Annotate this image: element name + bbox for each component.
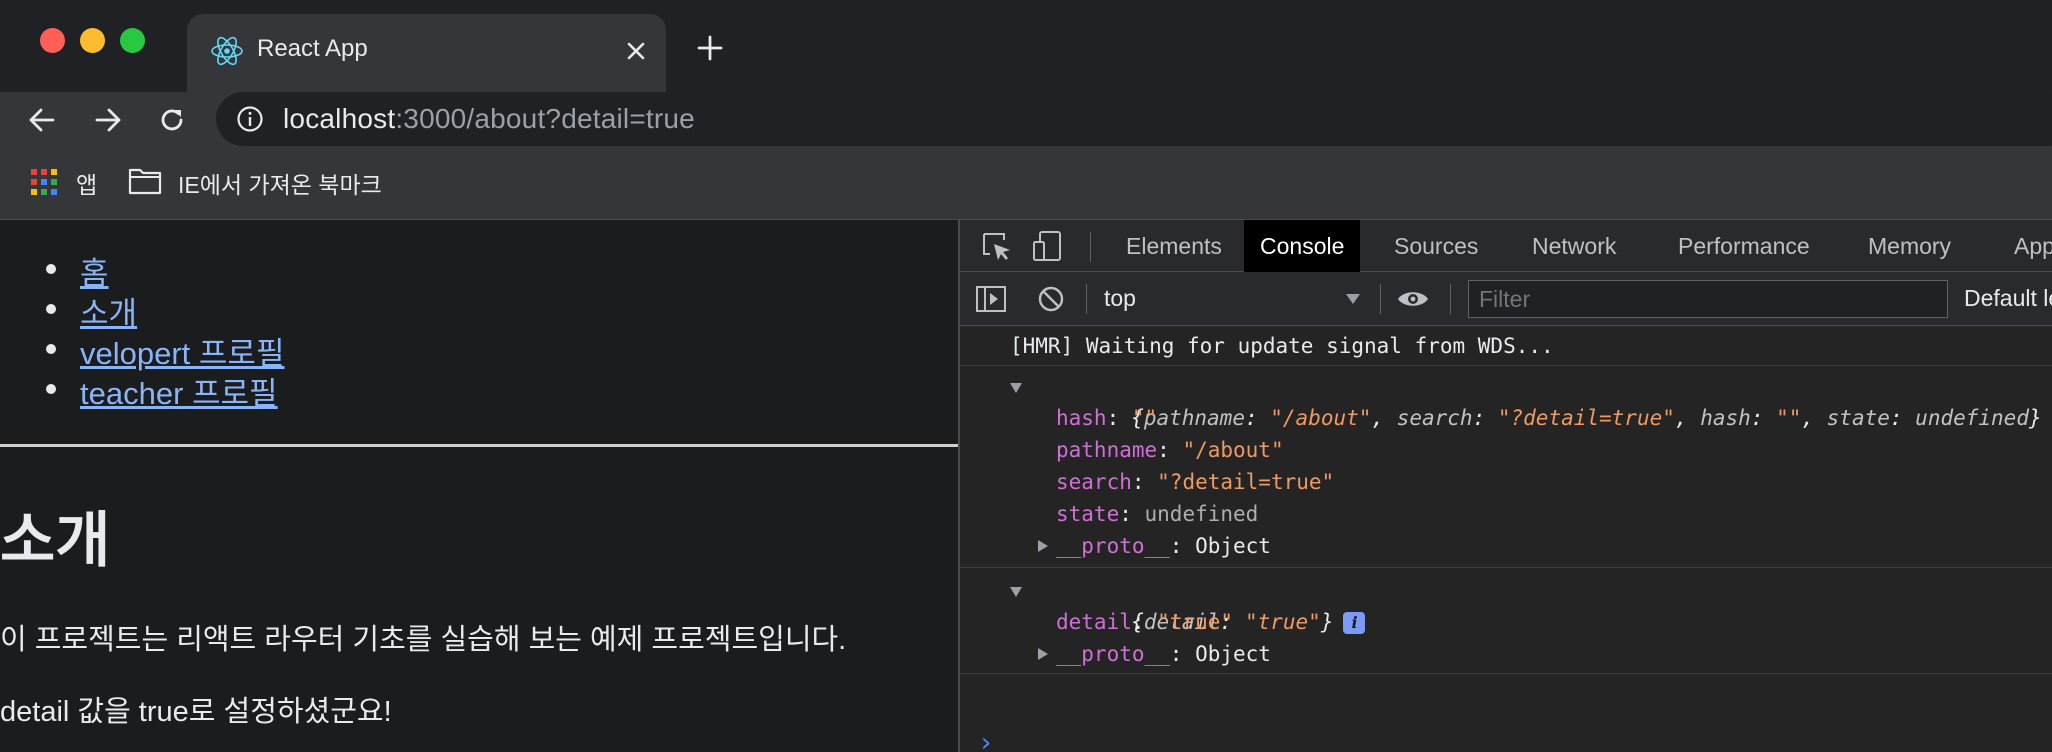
prompt-chevron-icon: › (978, 728, 994, 752)
console-log-text: [HMR] Waiting for update signal from WDS… (1010, 334, 1554, 358)
close-icon (627, 42, 645, 60)
apps-grid-icon[interactable] (30, 168, 58, 196)
plus-icon (697, 35, 723, 61)
close-window-button[interactable] (40, 28, 65, 53)
tab-title: React App (257, 35, 368, 62)
expand-triangle-icon[interactable] (1010, 383, 1022, 393)
reload-button[interactable] (152, 100, 192, 140)
bookmarks-bar: 앱 IE에서 가져온 북마크 (0, 148, 2052, 220)
device-toolbar-icon[interactable] (1032, 230, 1066, 264)
console-output: [HMR] Waiting for update signal from WDS… (960, 326, 2052, 752)
page-heading: 소개 (0, 507, 111, 574)
expand-triangle-icon[interactable] (1010, 587, 1022, 597)
nav-link-home[interactable]: 홈 (80, 256, 109, 291)
console-object-location: {pathname: "/about", search: "?detail=tr… (960, 366, 2052, 568)
info-icon[interactable] (236, 105, 264, 133)
context-select[interactable]: top (1104, 285, 1136, 312)
divider (0, 444, 958, 447)
devtools-tab-performance[interactable]: Performance (1662, 220, 1826, 272)
close-tab-button[interactable] (618, 33, 654, 69)
object-property: state: undefined (1056, 502, 1259, 526)
page-description: 이 프로젝트는 리액트 라우터 기초를 실습해 보는 예제 프로젝트입니다. (0, 624, 847, 656)
object-property: detail: "true" (1056, 610, 1234, 634)
back-button[interactable] (22, 100, 62, 140)
minimize-window-button[interactable] (80, 28, 105, 53)
nav-link-about[interactable]: 소개 (80, 296, 137, 331)
object-proto[interactable]: __proto__: Object (960, 530, 2052, 562)
devtools-tab-elements[interactable]: Elements (1110, 220, 1238, 272)
bookmark-folder-label[interactable]: IE에서 가져온 북마크 (178, 166, 382, 200)
nav-link-velopert-profile[interactable]: velopert 프로필 (80, 336, 284, 371)
sidebar-toggle-icon[interactable] (974, 282, 1008, 316)
console-prompt[interactable]: › (960, 674, 2052, 752)
forward-button[interactable] (88, 100, 128, 140)
console-filter-input[interactable] (1468, 280, 1948, 318)
clear-console-icon[interactable] (1034, 282, 1068, 316)
reload-icon (161, 109, 183, 131)
url-host: localhost (283, 103, 396, 134)
arrow-right-icon (95, 108, 121, 132)
bookmark-apps-label[interactable]: 앱 (76, 166, 97, 200)
object-property: pathname: "/about" (1056, 438, 1284, 462)
nav-link-teacher-profile[interactable]: teacher 프로필 (80, 376, 278, 411)
object-summary[interactable]: {detail: "true"} i (960, 574, 2052, 634)
object-property: search: "?detail=true" (1056, 470, 1335, 494)
devtools-tab-application[interactable]: Application (1998, 220, 2052, 272)
address-bar[interactable]: localhost:3000/about?detail=true (216, 92, 2052, 146)
react-logo-icon (211, 36, 243, 66)
chevron-down-icon[interactable] (1346, 294, 1360, 304)
nav-list: 홈 소개 velopert 프로필 teacher 프로필 (0, 248, 284, 411)
nav-item-about: 소개 (0, 288, 284, 331)
tab-strip: React App (0, 0, 2052, 92)
eye-icon[interactable] (1396, 282, 1430, 316)
maximize-window-button[interactable] (120, 28, 145, 53)
console-object-query: {detail: "true"} i detail: "true" __proto… (960, 568, 2052, 674)
devtools-tab-console[interactable]: Console (1244, 220, 1361, 272)
browser-tab[interactable]: React App (187, 14, 666, 92)
url-text: localhost:3000/about?detail=true (283, 103, 695, 135)
toolbar-separator (1086, 284, 1087, 314)
expand-triangle-icon[interactable] (1038, 648, 1048, 660)
url-path: :3000/about?detail=true (395, 103, 695, 134)
expand-triangle-icon[interactable] (1038, 540, 1048, 552)
devtools-tab-network[interactable]: Network (1516, 220, 1632, 272)
object-property: hash: "" (1056, 406, 1158, 430)
nav-item-teacher: teacher 프로필 (0, 368, 284, 411)
devtools-tab-sources[interactable]: Sources (1378, 220, 1494, 272)
nav-item-home: 홈 (0, 248, 284, 291)
log-levels-dropdown[interactable]: Default levels (1964, 285, 2052, 312)
devtools-panel: Elements Console Sources Network Perform… (958, 220, 2052, 752)
new-tab-button[interactable] (690, 28, 730, 68)
arrow-left-icon (29, 108, 55, 132)
inspect-element-icon[interactable] (980, 230, 1014, 264)
nav-item-velopert: velopert 프로필 (0, 328, 284, 371)
page-content: 홈 소개 velopert 프로필 teacher 프로필 소개 이 프로젝트는… (0, 220, 958, 752)
toolbar-separator (1380, 284, 1381, 314)
devtools-tab-memory[interactable]: Memory (1852, 220, 1967, 272)
toolbar-separator (1450, 284, 1451, 314)
folder-icon[interactable] (128, 166, 162, 196)
devtools-tab-bar: Elements Console Sources Network Perform… (960, 220, 2052, 272)
console-toolbar: top Default levels (960, 272, 2052, 326)
toolbar-separator (1090, 232, 1091, 262)
detail-message: detail 값을 true로 설정하셨군요! (0, 696, 392, 728)
object-summary[interactable]: {pathname: "/about", search: "?detail=tr… (960, 370, 2052, 430)
object-proto[interactable]: __proto__: Object (960, 638, 2052, 670)
console-message: [HMR] Waiting for update signal from WDS… (960, 326, 2052, 366)
browser-toolbar: localhost:3000/about?detail=true (0, 92, 2052, 148)
